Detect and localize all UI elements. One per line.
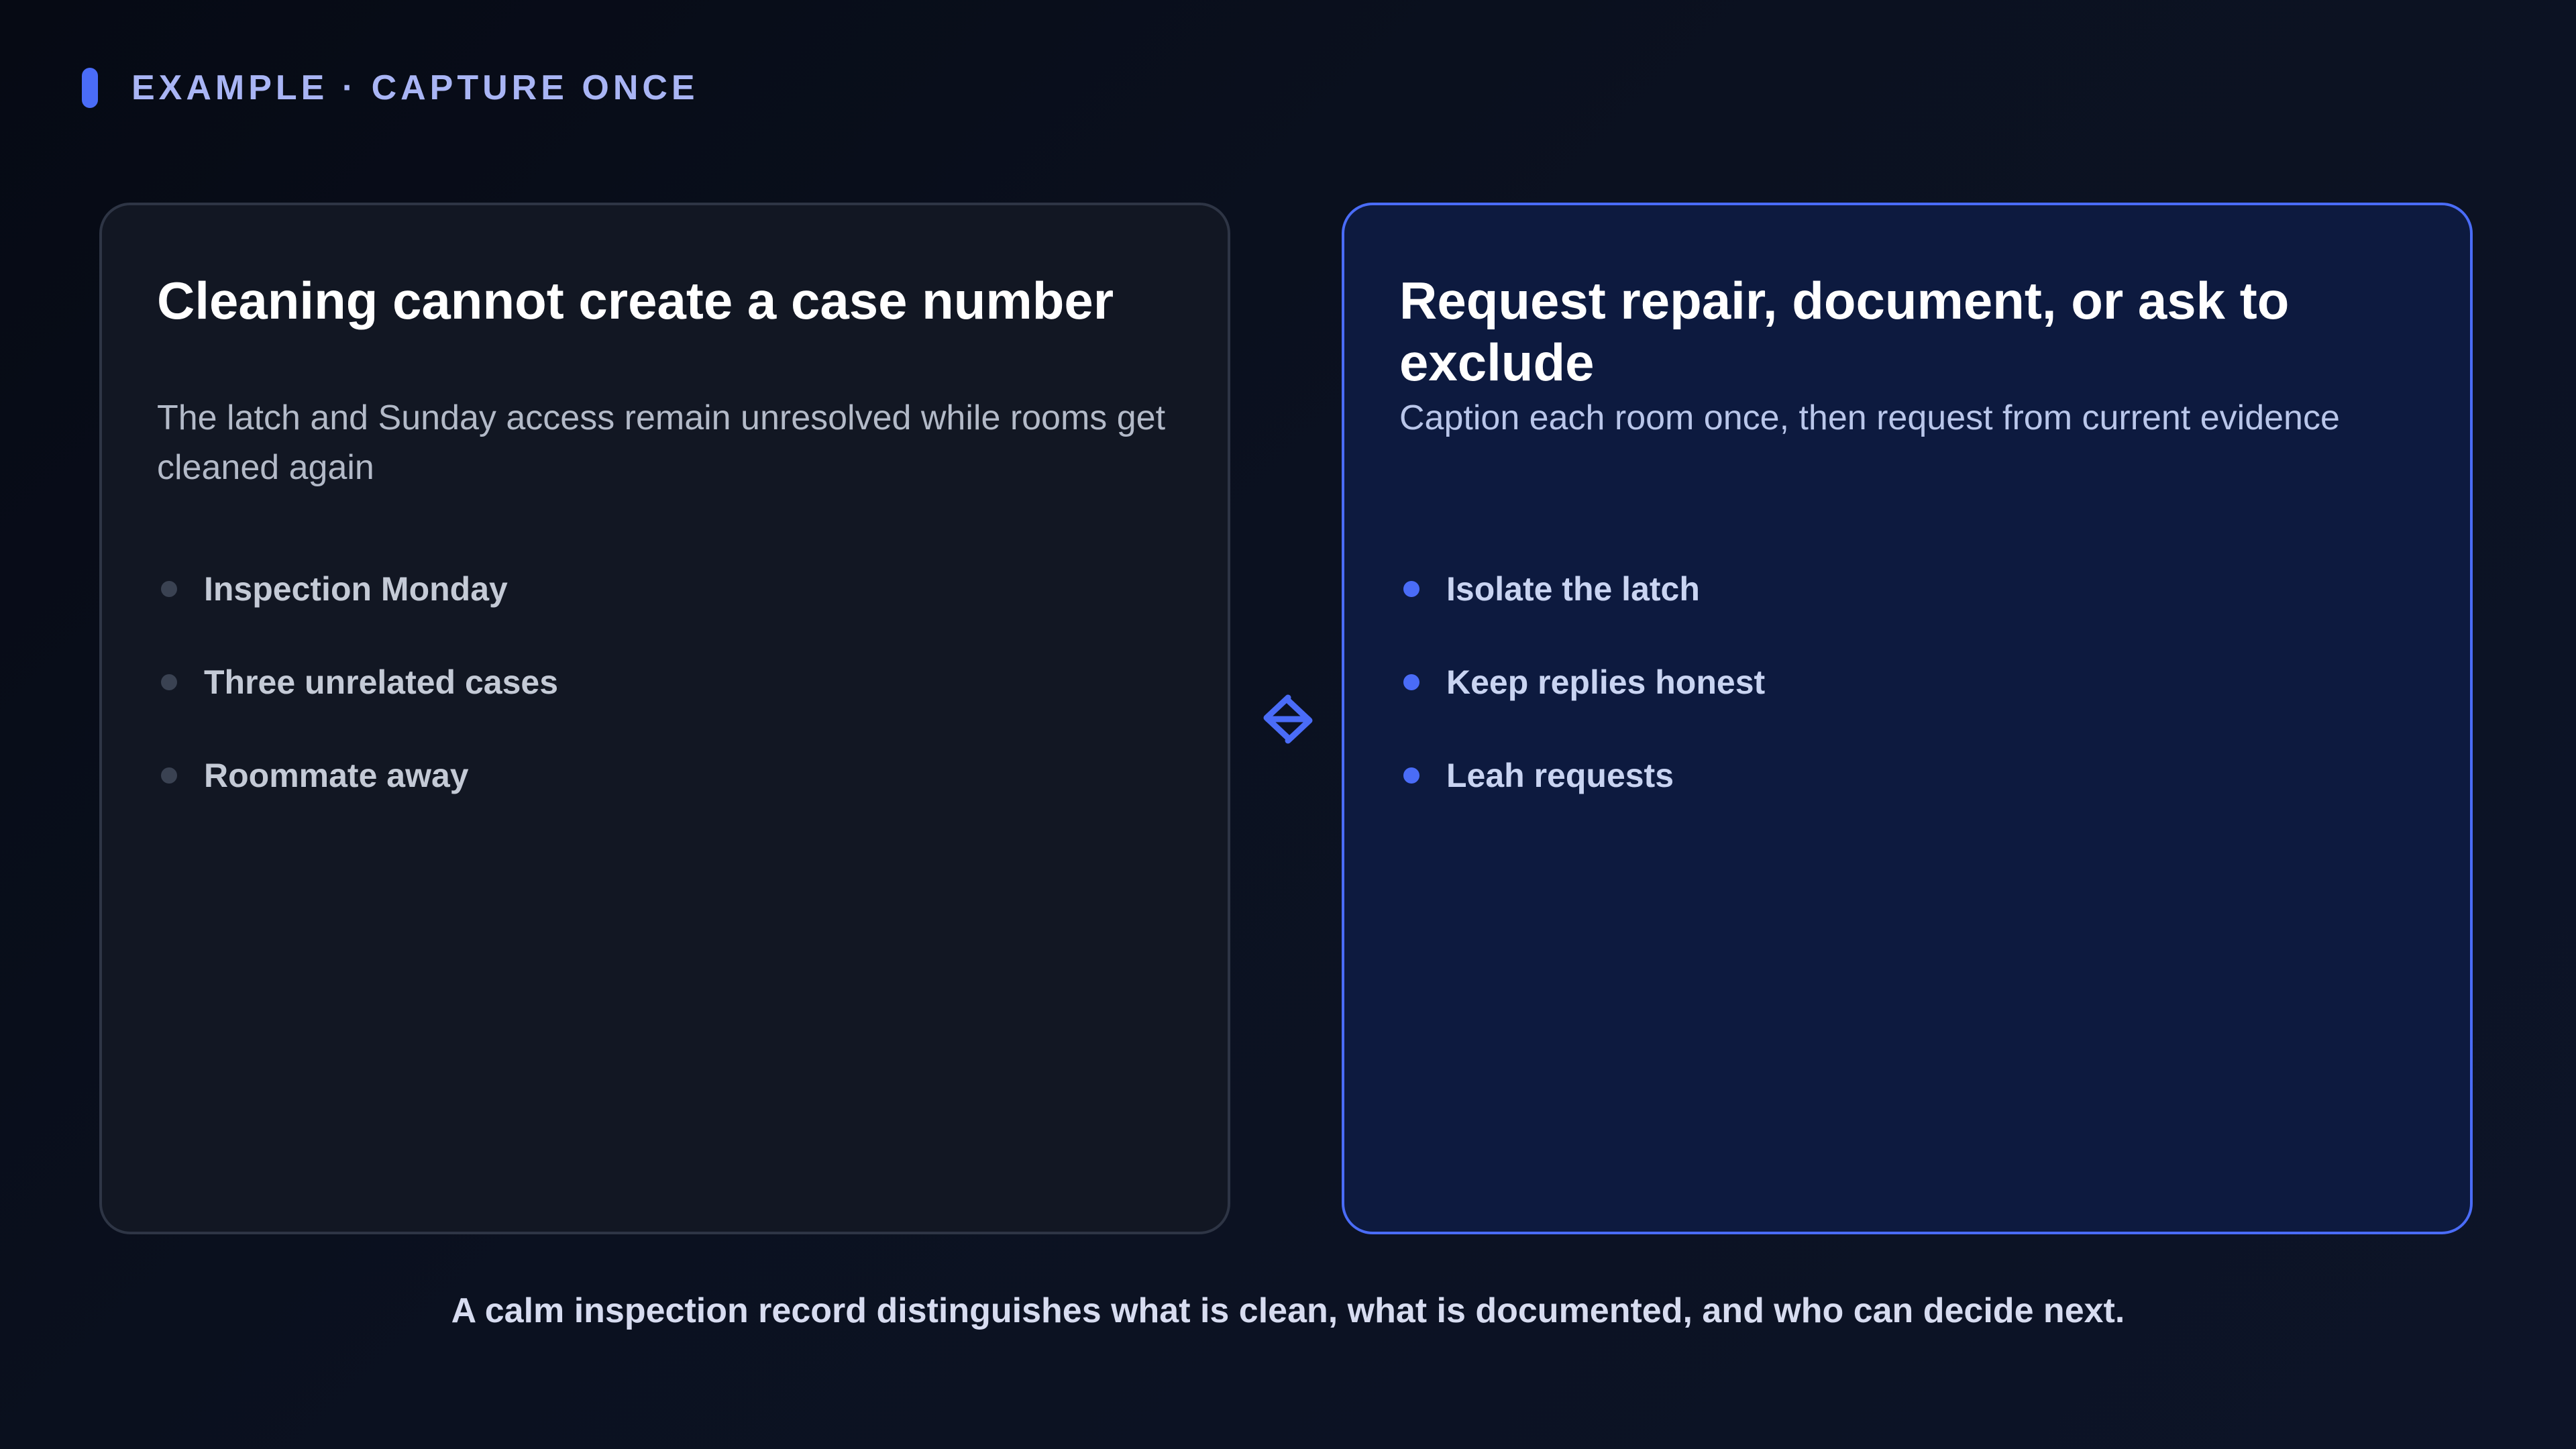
problem-card-list: Inspection Monday Three unrelated cases … [157, 542, 1173, 822]
list-item-label: Leah requests [1446, 756, 1674, 794]
bullet-dot-icon [161, 580, 177, 597]
list-item-label: Isolate the latch [1446, 570, 1700, 608]
solution-card-list: Isolate the latch Keep replies honest Le… [1399, 542, 2415, 822]
problem-card-title: Cleaning cannot create a case number [157, 271, 1114, 330]
list-item: Roommate away [157, 729, 1173, 822]
list-item: Three unrelated cases [157, 635, 1173, 729]
solution-card: Request repair, document, or ask to excl… [1342, 203, 2473, 1234]
list-item-label: Inspection Monday [204, 570, 508, 608]
list-item-label: Three unrelated cases [204, 663, 559, 701]
problem-card-description: The latch and Sunday access remain unres… [157, 398, 1166, 487]
list-item: Isolate the latch [1399, 542, 2415, 635]
footer-caption: A calm inspection record distinguishes w… [451, 1291, 2125, 1330]
list-item: Keep replies honest [1399, 635, 2415, 729]
list-item-label: Roommate away [204, 756, 469, 794]
solution-card-description: Caption each room once, then request fro… [1399, 398, 2340, 437]
bullet-dot-icon [161, 674, 177, 690]
problem-card: Cleaning cannot create a case number The… [99, 203, 1230, 1234]
bullet-dot-icon [1403, 580, 1419, 597]
list-item: Inspection Monday [157, 542, 1173, 635]
bullet-dot-icon [1403, 767, 1419, 784]
solution-card-title: Request repair, document, or ask to excl… [1399, 271, 2290, 392]
eyebrow-label: EXAMPLE · CAPTURE ONCE [131, 68, 699, 107]
eyebrow-accent-bar [82, 68, 98, 108]
bullet-dot-icon [1403, 674, 1419, 690]
eyebrow: EXAMPLE · CAPTURE ONCE [82, 64, 699, 111]
swap-arrows-icon [1263, 694, 1313, 744]
list-item-label: Keep replies honest [1446, 663, 1766, 701]
list-item: Leah requests [1399, 729, 2415, 822]
bullet-dot-icon [161, 767, 177, 784]
